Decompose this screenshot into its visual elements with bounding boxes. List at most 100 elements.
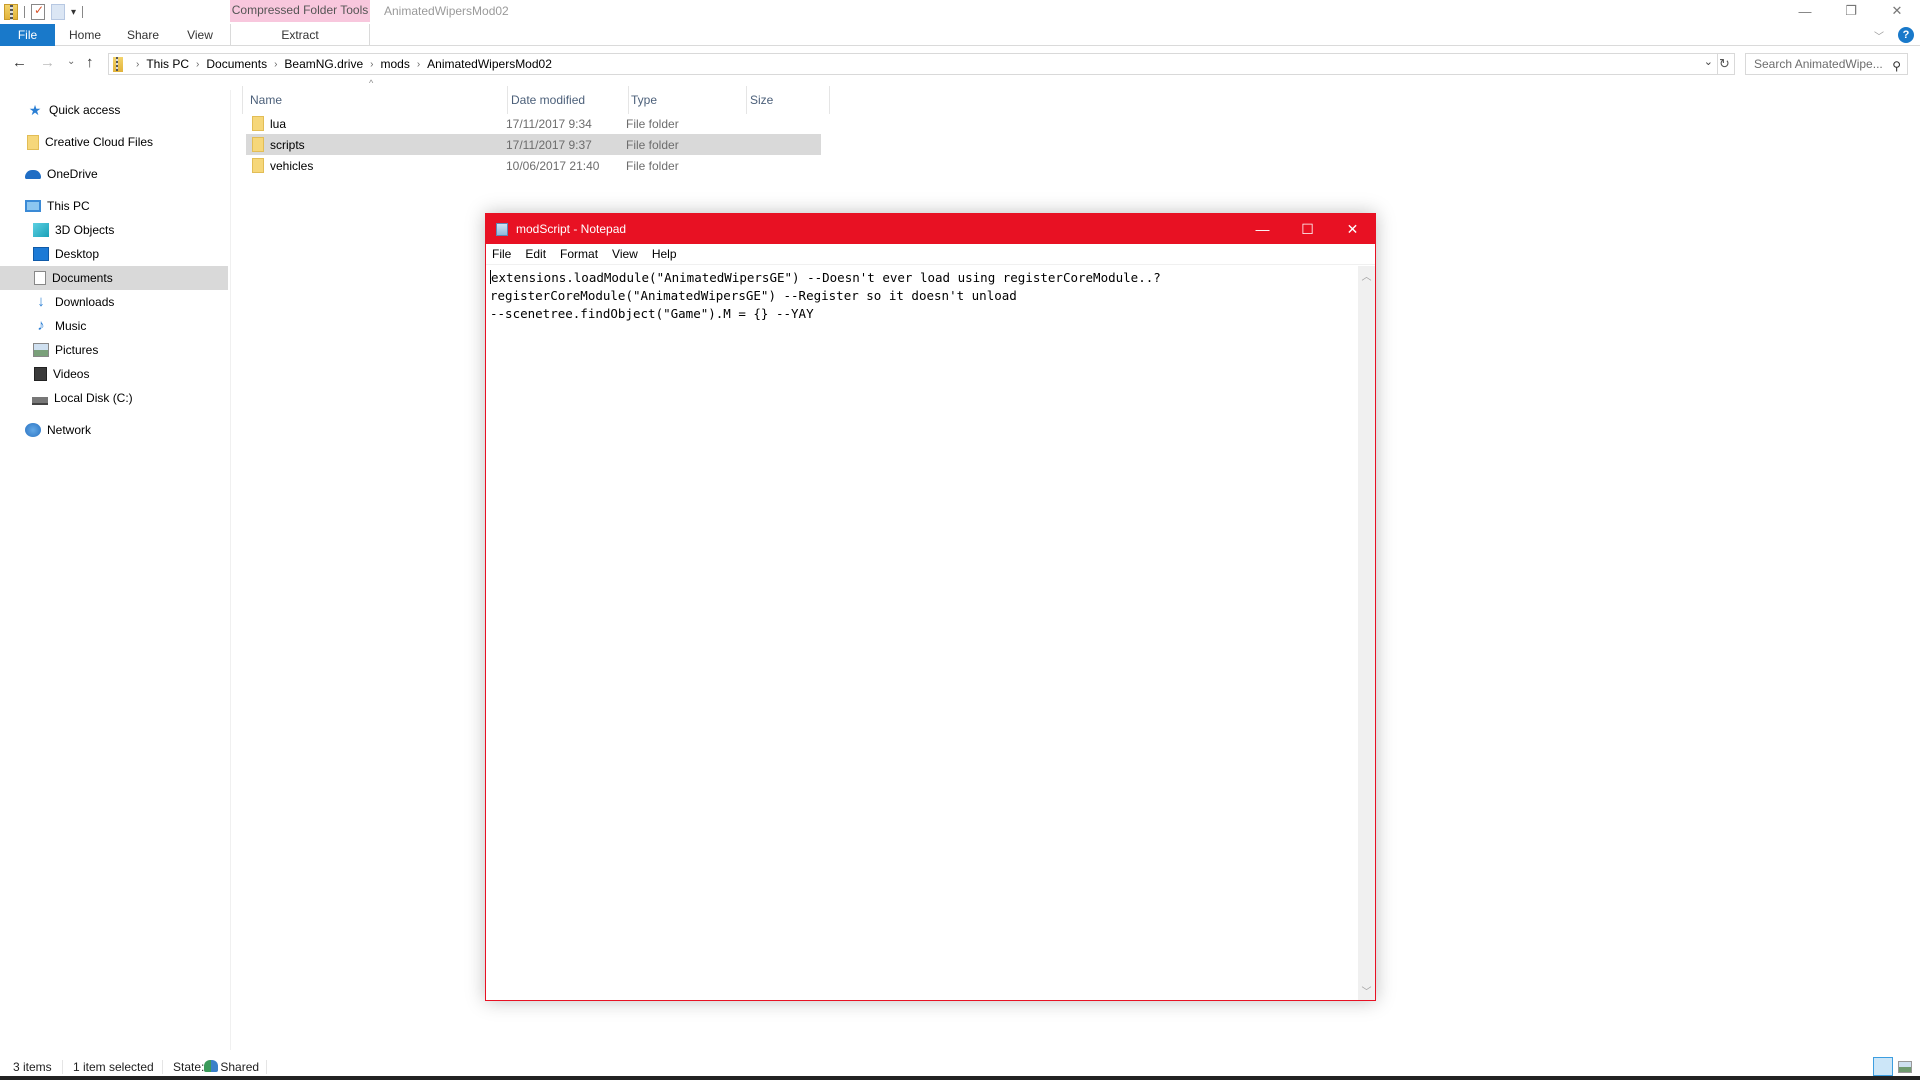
zip-folder-icon: [113, 56, 123, 72]
explorer-title-bar: ▾ Compressed Folder Tools AnimatedWipers…: [0, 0, 1920, 24]
notepad-title: modScript - Notepad: [516, 222, 627, 236]
menu-file[interactable]: File: [492, 247, 511, 261]
sidebar-item-local-disk[interactable]: Local Disk (C:): [0, 386, 228, 410]
notepad-title-bar[interactable]: modScript - Notepad — ☐ ✕: [486, 214, 1375, 244]
sidebar-item-label: Desktop: [55, 247, 100, 261]
notepad-text-area[interactable]: extensions.loadModule("AnimatedWipersGE"…: [486, 266, 1359, 1000]
pictures-icon: [33, 343, 49, 357]
column-divider[interactable]: [746, 86, 747, 114]
chevron-right-icon[interactable]: ›: [196, 59, 199, 70]
breadcrumb-mods[interactable]: mods: [380, 57, 409, 71]
notepad-close-button[interactable]: ✕: [1330, 214, 1375, 244]
tab-share[interactable]: Share: [123, 24, 163, 46]
customize-toolbar-icon[interactable]: ▾: [71, 7, 76, 18]
context-tab-group-label: Compressed Folder Tools: [230, 0, 370, 22]
large-icons-view-button[interactable]: [1898, 1061, 1912, 1073]
column-divider[interactable]: [628, 86, 629, 114]
column-divider[interactable]: [242, 86, 243, 114]
vertical-scrollbar[interactable]: ︿ ﹀: [1358, 266, 1375, 1000]
column-header-size[interactable]: Size: [750, 86, 773, 114]
recent-locations-icon[interactable]: ⌄: [67, 56, 75, 67]
onedrive-cloud-icon: [25, 169, 41, 179]
properties-icon[interactable]: [31, 3, 45, 20]
sidebar-item-downloads[interactable]: ↓ Downloads: [0, 290, 228, 314]
computer-icon: [25, 200, 41, 212]
file-row-scripts[interactable]: scripts 17/11/2017 9:37 File folder: [246, 134, 821, 155]
column-divider[interactable]: [507, 86, 508, 114]
minimize-button[interactable]: —: [1782, 0, 1828, 22]
status-bar: 3 items 1 item selected State: Shared: [0, 1056, 1920, 1076]
tab-extract[interactable]: Extract: [231, 24, 369, 46]
search-input[interactable]: Search AnimatedWipe... ⚲: [1745, 53, 1908, 75]
breadcrumb-beamng[interactable]: BeamNG.drive: [284, 57, 363, 71]
help-icon[interactable]: ?: [1898, 27, 1914, 43]
sidebar-item-label: This PC: [47, 199, 90, 213]
videos-icon: [34, 367, 47, 381]
sidebar-item-onedrive[interactable]: OneDrive: [0, 162, 228, 186]
notepad-maximize-button[interactable]: ☐: [1285, 214, 1330, 244]
file-type: File folder: [626, 159, 679, 173]
search-icon[interactable]: ⚲: [1892, 56, 1901, 76]
menu-edit[interactable]: Edit: [525, 247, 546, 261]
sidebar-item-3d-objects[interactable]: 3D Objects: [0, 218, 228, 242]
toolbar-divider: [82, 6, 84, 18]
forward-arrow-icon[interactable]: →: [40, 54, 55, 71]
breadcrumb-documents[interactable]: Documents: [206, 57, 267, 71]
chevron-right-icon[interactable]: ›: [417, 59, 420, 70]
navigation-bar: ← → ⌄ ↑ › This PC › Documents › BeamNG.d…: [0, 50, 1920, 78]
menu-view[interactable]: View: [612, 247, 638, 261]
quick-access-star-icon: ★: [28, 102, 42, 118]
notepad-minimize-button[interactable]: —: [1240, 214, 1285, 244]
3d-objects-icon: [33, 223, 49, 237]
back-arrow-icon[interactable]: ←: [12, 54, 27, 71]
sidebar-item-videos[interactable]: Videos: [0, 362, 228, 386]
chevron-right-icon[interactable]: ›: [136, 59, 139, 70]
close-button[interactable]: ✕: [1874, 0, 1920, 22]
sidebar-item-label: Pictures: [55, 343, 99, 357]
column-header-date[interactable]: Date modified: [511, 86, 585, 114]
downloads-arrow-icon: ↓: [37, 293, 45, 310]
chevron-right-icon[interactable]: ›: [274, 59, 277, 70]
notepad-menu-bar: File Edit Format View Help: [486, 244, 1375, 265]
scroll-up-icon[interactable]: ︿: [1358, 268, 1375, 283]
scroll-down-icon[interactable]: ﹀: [1358, 983, 1375, 998]
chevron-right-icon[interactable]: ›: [370, 59, 373, 70]
sidebar-item-documents[interactable]: Documents: [0, 266, 228, 290]
new-folder-icon[interactable]: [51, 4, 65, 20]
restore-button[interactable]: ❐: [1828, 0, 1874, 22]
up-arrow-icon[interactable]: ↑: [86, 54, 94, 71]
column-divider[interactable]: [829, 86, 830, 114]
sidebar-item-quick-access[interactable]: ★ Quick access: [0, 98, 228, 122]
text-line: extensions.loadModule("AnimatedWipersGE"…: [490, 269, 1355, 287]
sidebar-item-pictures[interactable]: Pictures: [0, 338, 228, 362]
window-title: AnimatedWipersMod02: [384, 4, 509, 18]
tab-view[interactable]: View: [180, 24, 220, 46]
zip-folder-icon: [4, 4, 18, 20]
file-row-vehicles[interactable]: vehicles 10/06/2017 21:40 File folder: [246, 155, 821, 176]
breadcrumb-current-folder[interactable]: AnimatedWipersMod02: [427, 57, 552, 71]
chevron-down-icon[interactable]: ⌄: [1704, 55, 1713, 68]
state-value: Shared: [220, 1060, 260, 1074]
sidebar-item-network[interactable]: Network: [0, 418, 228, 442]
menu-help[interactable]: Help: [652, 247, 677, 261]
column-header-type[interactable]: Type: [631, 86, 657, 114]
sidebar-item-creative-cloud[interactable]: Creative Cloud Files: [0, 130, 228, 154]
text-line: registerCoreModule("AnimatedWipersGE") -…: [490, 288, 1017, 303]
sidebar-item-music[interactable]: ♪ Music: [0, 314, 228, 338]
refresh-button[interactable]: ↻: [1715, 53, 1735, 75]
sidebar-item-desktop[interactable]: Desktop: [0, 242, 228, 266]
file-row-lua[interactable]: lua 17/11/2017 9:34 File folder: [246, 113, 821, 134]
column-header-name[interactable]: Name: [250, 86, 282, 114]
file-name: scripts: [270, 138, 305, 152]
expand-ribbon-icon[interactable]: ﹀: [1874, 28, 1884, 43]
network-icon: [25, 423, 41, 437]
documents-icon: [34, 271, 46, 285]
menu-format[interactable]: Format: [560, 247, 598, 261]
address-bar[interactable]: › This PC › Documents › BeamNG.drive › m…: [108, 53, 1718, 75]
tab-file[interactable]: File: [0, 24, 55, 46]
tab-home[interactable]: Home: [65, 24, 105, 46]
details-view-button[interactable]: [1873, 1057, 1893, 1076]
breadcrumb-this-pc[interactable]: This PC: [146, 57, 189, 71]
text-line: --scenetree.findObject("Game").M = {} --…: [490, 306, 814, 321]
sidebar-item-this-pc[interactable]: This PC: [0, 194, 228, 218]
